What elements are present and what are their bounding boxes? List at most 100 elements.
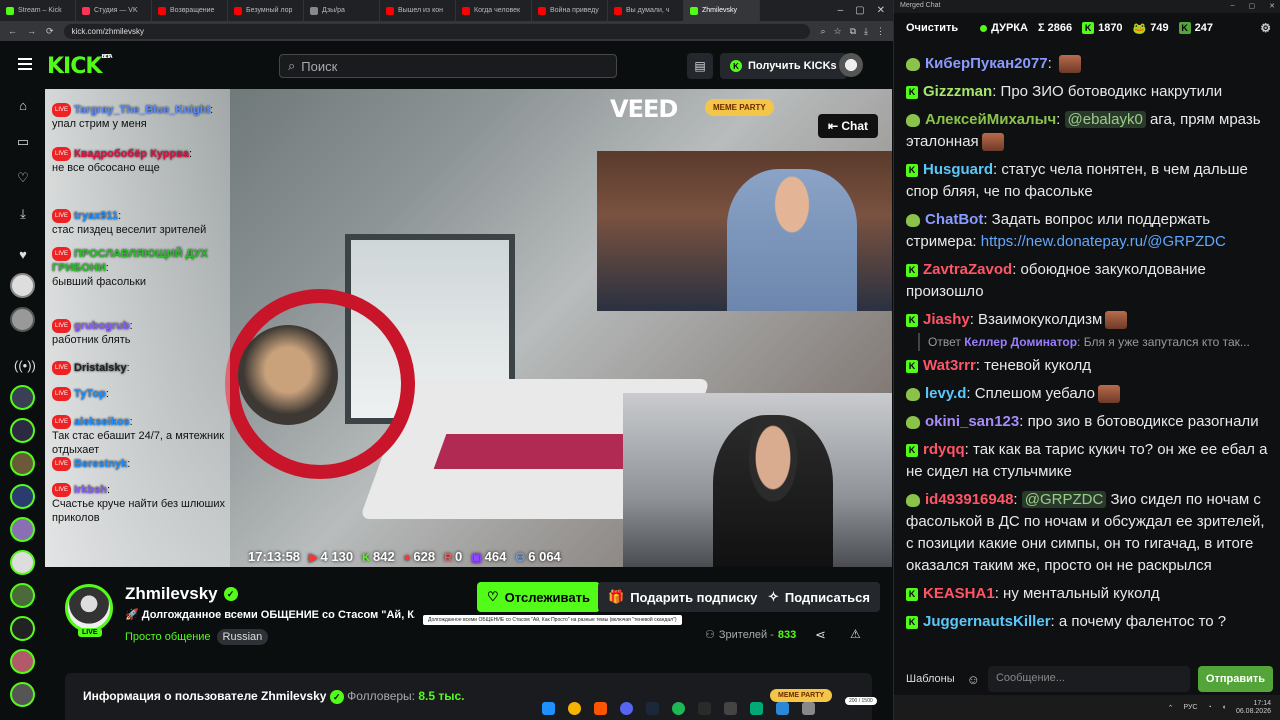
chat-username[interactable]: Husguard	[923, 161, 993, 178]
chat-mention[interactable]: @ebalayk0	[1064, 111, 1146, 128]
reload-icon[interactable]: ⟳	[46, 26, 54, 37]
app-icon[interactable]	[750, 702, 763, 715]
chat-username[interactable]: KEASHA1	[923, 585, 995, 602]
app-icon[interactable]	[724, 702, 737, 715]
app-icon[interactable]	[594, 702, 607, 715]
video-player[interactable]: LIVE Targray_The_Blue_Knight: упал стрим …	[45, 89, 892, 567]
message-input[interactable]: Сообщение...	[987, 666, 1190, 692]
tray-chevron-icon[interactable]: ⌃	[1168, 704, 1174, 712]
close-icon[interactable]: ✕	[1269, 2, 1275, 11]
rail-avatar[interactable]	[10, 451, 35, 476]
rail-avatar[interactable]	[10, 550, 35, 575]
maximize-icon[interactable]: ▢	[855, 5, 864, 16]
kick-badge-icon: K	[906, 443, 918, 457]
menu-icon[interactable]	[18, 58, 32, 70]
clock[interactable]: 17:14 06.08.2026	[1236, 700, 1271, 716]
chat-username[interactable]: rdyqq	[923, 441, 965, 458]
telegram-icon[interactable]	[776, 702, 789, 715]
chat-username[interactable]: ChatBot	[925, 211, 983, 228]
live-icon[interactable]: ((•))	[14, 357, 36, 375]
browser-tab[interactable]: Zhmilevsky	[684, 0, 760, 21]
spotify-icon[interactable]	[672, 702, 685, 715]
chat-username[interactable]: КиберПукан2077	[925, 55, 1048, 72]
browse-icon[interactable]: ▭	[14, 133, 32, 151]
back-icon[interactable]: ←	[8, 26, 17, 36]
language-indicator[interactable]: РУС	[1183, 704, 1197, 711]
chat-link[interactable]: https://new.donatepay.ru/@GRPZDC	[981, 233, 1226, 250]
rail-avatar[interactable]	[10, 273, 35, 298]
chat-username[interactable]: JuggernautsKiller	[923, 613, 1051, 630]
chat-mention[interactable]: @GRPZDC	[1021, 491, 1107, 508]
discord-icon[interactable]	[620, 702, 633, 715]
rail-avatar[interactable]	[10, 616, 35, 641]
clear-button[interactable]: Очистить	[894, 22, 970, 34]
minimize-icon[interactable]: –	[838, 5, 844, 16]
send-button[interactable]: Отправить	[1197, 666, 1273, 692]
chat-username[interactable]: Gizzzman	[923, 83, 992, 100]
windows-start-icon[interactable]	[542, 702, 555, 715]
chat-username[interactable]: levy.d	[925, 385, 966, 402]
subscribe-button[interactable]: ✧ Подписаться	[758, 582, 880, 612]
channel-name[interactable]: Zhmilevsky ✓	[125, 584, 238, 604]
app-icon[interactable]	[802, 702, 815, 715]
chat-toggle-button[interactable]: ⇤ Chat	[818, 114, 879, 138]
browser-tab[interactable]: Вы думали, ч	[608, 0, 684, 21]
chat-username[interactable]: id493916948	[925, 491, 1013, 508]
browser-tab[interactable]: Вышел из кон	[380, 0, 456, 21]
volume-icon[interactable]: ◖	[1222, 704, 1226, 711]
favorites-icon[interactable]: ♥	[14, 246, 32, 264]
following-icon[interactable]: ♡	[14, 169, 32, 187]
browser-tab[interactable]: Возвращение	[152, 0, 228, 21]
obs-icon[interactable]	[698, 702, 711, 715]
rail-avatar[interactable]	[10, 484, 35, 509]
browser-tab[interactable]: Когда человек	[456, 0, 532, 21]
chat-username[interactable]: Jiashy	[923, 311, 970, 328]
chat-username[interactable]: ZavtraZavod	[923, 261, 1012, 278]
chat-username[interactable]: okini_san123	[925, 413, 1019, 430]
language-tag[interactable]: Russian	[216, 629, 269, 645]
browser-tab[interactable]: Война приведу	[532, 0, 608, 21]
search-input[interactable]: ⌕ Поиск	[279, 54, 617, 78]
get-kicks-button[interactable]: K Получить KICKs	[720, 53, 847, 79]
rail-avatar[interactable]	[10, 385, 35, 410]
url-field[interactable]: kick.com/zhmilevsky	[63, 23, 811, 39]
user-avatar[interactable]	[839, 53, 863, 77]
emoji-icon[interactable]: ☺	[967, 672, 980, 687]
gift-sub-button[interactable]: 🎁 Подарить подписку	[598, 582, 768, 612]
follow-button[interactable]: ♡ Отслеживать	[477, 582, 600, 612]
wifi-icon[interactable]: ◔	[1207, 704, 1211, 711]
rail-avatar[interactable]	[10, 682, 35, 707]
download-icon[interactable]: ⤓	[864, 26, 868, 37]
chat-username[interactable]: АлексейМихалыч	[925, 111, 1056, 128]
rail-avatar[interactable]	[10, 307, 35, 332]
chat-username[interactable]: Wat3rrr	[923, 357, 976, 374]
browser-tab[interactable]: Безумный лор	[228, 0, 304, 21]
browser-tab[interactable]: Stream – Kick	[0, 0, 76, 21]
channel-avatar[interactable]	[65, 584, 113, 632]
rail-avatar[interactable]	[10, 418, 35, 443]
rail-avatar[interactable]	[10, 649, 35, 674]
minimize-icon[interactable]: –	[1231, 2, 1235, 11]
browser-tab[interactable]: Студия — VK	[76, 0, 152, 21]
star-icon[interactable]: ☆	[834, 26, 842, 37]
kick-logo[interactable]: KICKBETA	[47, 54, 113, 79]
menu-dots-icon[interactable]: ⋮	[876, 26, 885, 37]
category-link[interactable]: Просто общение	[125, 631, 211, 643]
rail-avatar[interactable]	[10, 583, 35, 608]
stream-manager-icon[interactable]: ▤	[687, 53, 713, 79]
templates-button[interactable]: Шаблоны	[902, 669, 959, 689]
clips-icon[interactable]: ⤓	[14, 205, 32, 223]
browser-tab[interactable]: Дзы/ра	[304, 0, 380, 21]
gear-icon[interactable]: ⚙	[1260, 21, 1271, 35]
extension-icon[interactable]: ⧉	[850, 26, 856, 37]
zoom-icon[interactable]: ⌕	[820, 26, 825, 37]
forward-icon[interactable]: →	[27, 26, 36, 36]
maximize-icon[interactable]: ▢	[1249, 2, 1256, 11]
chrome-icon[interactable]	[568, 702, 581, 715]
share-icon[interactable]: ⋖	[815, 627, 826, 643]
steam-icon[interactable]	[646, 702, 659, 715]
rail-avatar[interactable]	[10, 517, 35, 542]
report-icon[interactable]: ⚠	[850, 627, 861, 641]
home-icon[interactable]: ⌂	[14, 97, 32, 115]
close-icon[interactable]: ✕	[877, 5, 885, 16]
